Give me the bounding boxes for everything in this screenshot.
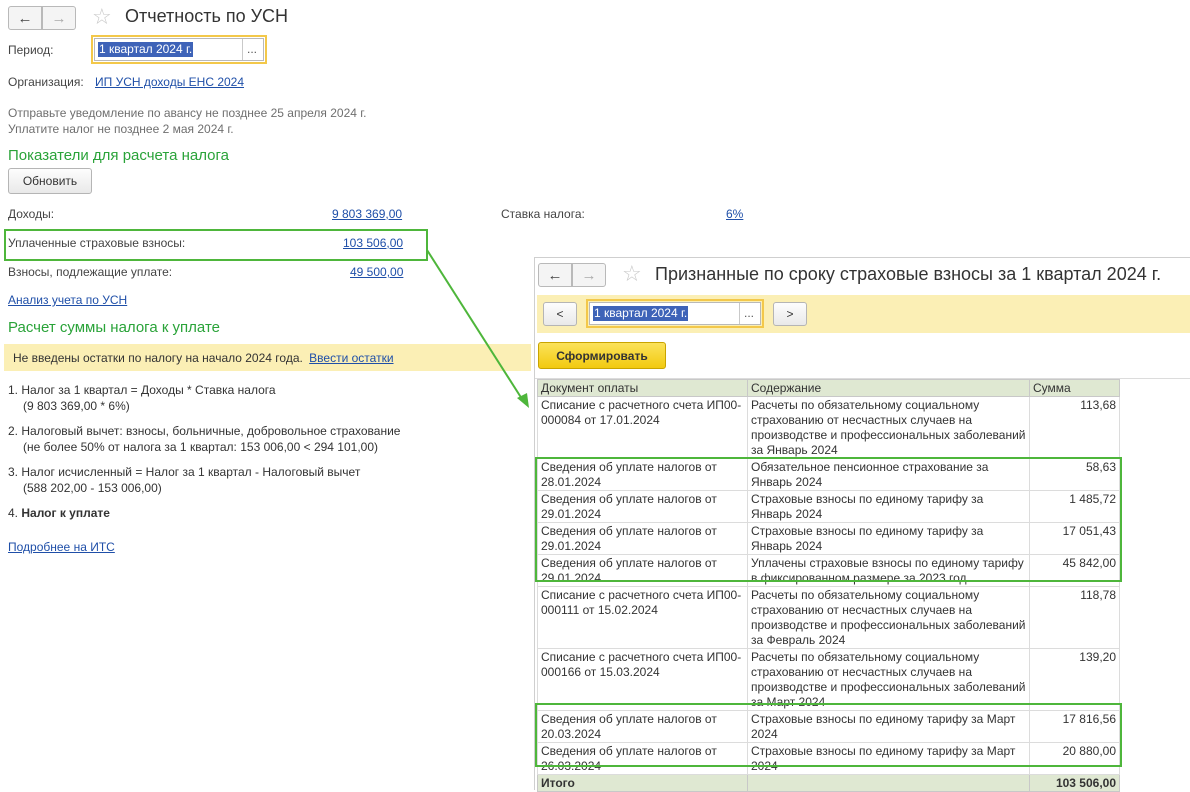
table-row[interactable]: Списание с расчетного счета ИП00-000166 …	[537, 648, 1120, 711]
row-sum: 113,68	[1029, 396, 1120, 459]
row-sum: 17 051,43	[1029, 522, 1120, 555]
row-document: Сведения об уплате налогов от 29.01.2024	[537, 522, 748, 555]
row-content: Расчеты по обязательному социальному стр…	[747, 648, 1030, 711]
table-header-row: Документ оплаты Содержание Сумма	[537, 379, 1120, 397]
row-content: Страховые взносы по единому тарифу за Ма…	[747, 710, 1030, 743]
report-table: Документ оплаты Содержание Сумма Списани…	[537, 379, 1120, 792]
table-row[interactable]: Сведения об уплате налогов от 20.03.2024…	[537, 710, 1120, 743]
row-content: Страховые взносы по единому тарифу за Ян…	[747, 522, 1030, 555]
row-content: Страховые взносы по единому тарифу за Ян…	[747, 490, 1030, 523]
row-sum: 45 842,00	[1029, 554, 1120, 587]
report-nav-buttons: ← →	[538, 263, 608, 287]
table-total-row: Итого 103 506,00	[537, 774, 1120, 792]
report-title: Признанные по сроку страховые взносы за …	[655, 264, 1162, 284]
next-period-button[interactable]: >	[773, 302, 807, 326]
row-content: Уплачены страховые взносы по единому тар…	[747, 554, 1030, 587]
total-label: Итого	[537, 774, 748, 792]
report-back-button[interactable]: ←	[538, 263, 572, 287]
table-row[interactable]: Списание с расчетного счета ИП00-000084 …	[537, 396, 1120, 459]
row-document: Списание с расчетного счета ИП00-000084 …	[537, 396, 748, 459]
column-header-sum[interactable]: Сумма	[1029, 379, 1120, 397]
row-sum: 17 816,56	[1029, 710, 1120, 743]
row-sum: 1 485,72	[1029, 490, 1120, 523]
total-value: 103 506,00	[1029, 774, 1120, 792]
column-header-document[interactable]: Документ оплаты	[537, 379, 748, 397]
row-document: Списание с расчетного счета ИП00-000166 …	[537, 648, 748, 711]
row-sum: 20 880,00	[1029, 742, 1120, 775]
report-period-select-button[interactable]: ...	[744, 306, 754, 320]
report-window: ← → ☆ Признанные по сроку страховые взно…	[534, 257, 1190, 792]
table-row[interactable]: Списание с расчетного счета ИП00-000111 …	[537, 586, 1120, 649]
row-document: Сведения об уплате налогов от 28.01.2024	[537, 458, 748, 491]
report-period-input-value[interactable]: 1 квартал 2024 г.	[593, 306, 689, 321]
column-header-content[interactable]: Содержание	[747, 379, 1030, 397]
table-row[interactable]: Сведения об уплате налогов от 29.01.2024…	[537, 490, 1120, 523]
row-sum: 139,20	[1029, 648, 1120, 711]
row-content: Расчеты по обязательному социальному стр…	[747, 586, 1030, 649]
divider	[739, 303, 740, 324]
table-row[interactable]: Сведения об уплате налогов от 28.01.2024…	[537, 458, 1120, 491]
report-period-field[interactable]: 1 квартал 2024 г. ...	[589, 302, 761, 325]
report-period-bar: < 1 квартал 2024 г. ... >	[537, 295, 1190, 333]
table-row[interactable]: Сведения об уплате налогов от 29.01.2024…	[537, 554, 1120, 587]
row-content: Страховые взносы по единому тарифу за Ма…	[747, 742, 1030, 775]
table-row[interactable]: Сведения об уплате налогов от 29.01.2024…	[537, 522, 1120, 555]
row-document: Сведения об уплате налогов от 26.03.2024	[537, 742, 748, 775]
total-empty-cell	[747, 774, 1030, 792]
row-sum: 58,63	[1029, 458, 1120, 491]
row-document: Списание с расчетного счета ИП00-000111 …	[537, 586, 748, 649]
table-row[interactable]: Сведения об уплате налогов от 26.03.2024…	[537, 742, 1120, 775]
generate-button[interactable]: Сформировать	[538, 342, 666, 369]
report-favorite-star-icon[interactable]: ☆	[622, 263, 642, 285]
row-content: Обязательное пенсионное страхование за Я…	[747, 458, 1030, 491]
row-document: Сведения об уплате налогов от 20.03.2024	[537, 710, 748, 743]
prev-period-button[interactable]: <	[543, 302, 577, 326]
row-document: Сведения об уплате налогов от 29.01.2024	[537, 554, 748, 587]
report-forward-button[interactable]: →	[572, 263, 606, 287]
row-content: Расчеты по обязательному социальному стр…	[747, 396, 1030, 459]
row-document: Сведения об уплате налогов от 29.01.2024	[537, 490, 748, 523]
row-sum: 118,78	[1029, 586, 1120, 649]
